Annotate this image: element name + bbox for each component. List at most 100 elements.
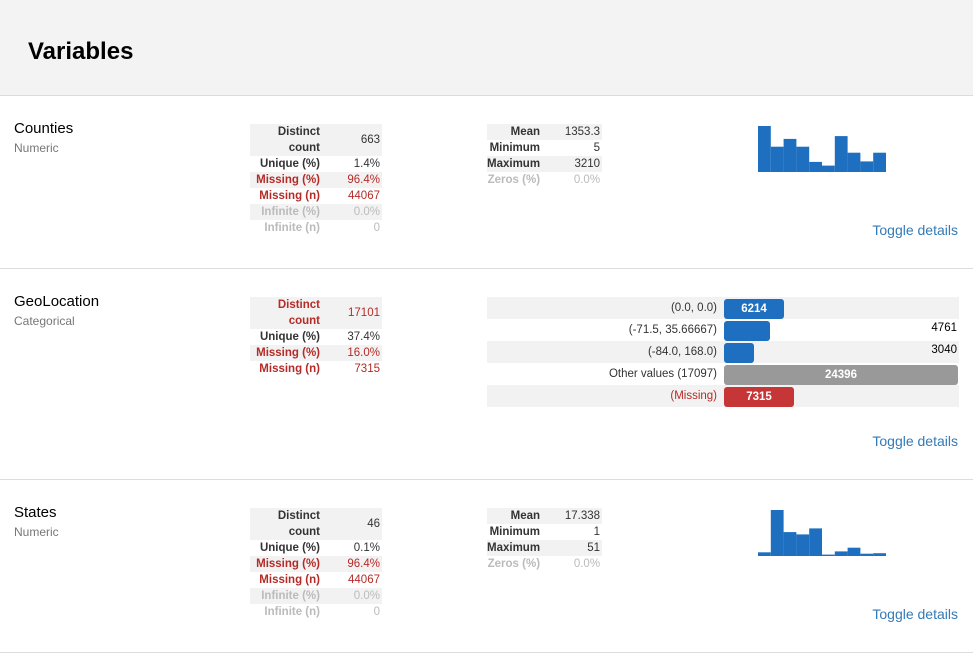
stat-value: 663 bbox=[330, 124, 382, 156]
stat-label: Missing (%) bbox=[250, 556, 330, 572]
stat-label: Maximum bbox=[487, 540, 551, 556]
stats-table: Distinct count 46 Unique (%) 0.1% Missing … bbox=[250, 508, 382, 620]
variable-row-counties: Counties Numeric Distinct count 663 Uniqu… bbox=[0, 96, 973, 269]
stat-label: Mean bbox=[487, 508, 551, 524]
variables-header: Variables bbox=[0, 0, 973, 96]
histogram-bar bbox=[809, 528, 822, 556]
stat-row: Infinite (%) 0.0% bbox=[250, 204, 382, 220]
stat-value: 17.338 bbox=[550, 508, 603, 524]
variable-type: Numeric bbox=[14, 141, 59, 155]
stat-label: Infinite (%) bbox=[250, 204, 330, 220]
stat-label: Missing (%) bbox=[250, 345, 330, 361]
stat-label: Unique (%) bbox=[259, 158, 320, 170]
histogram-bar bbox=[770, 510, 784, 556]
histogram-bar bbox=[873, 553, 886, 556]
stat-row: Maximum 51 bbox=[487, 540, 603, 556]
stat-label: Missing (n) bbox=[259, 363, 320, 375]
variable-name: States bbox=[14, 504, 57, 521]
stat-value: 44067 bbox=[348, 190, 380, 202]
summary-table: Mean 17.338 Minimum 1 Maximum 51 Zeros (%) 0… bbox=[487, 508, 603, 572]
histogram-bar bbox=[783, 138, 797, 172]
stat-row: Unique (%) 1.4% bbox=[250, 156, 382, 172]
stat-value: 51 bbox=[550, 540, 603, 556]
stat-label: Infinite (n) bbox=[264, 606, 320, 618]
freq-row: (0.0, 0.0) 6214 bbox=[487, 297, 959, 319]
histogram-bar bbox=[783, 532, 797, 556]
stat-value: 1 bbox=[593, 526, 601, 538]
stat-row: Minimum 5 bbox=[487, 140, 602, 156]
stat-row: Zeros (%) 0.0% bbox=[487, 172, 602, 188]
histogram-bar bbox=[847, 152, 861, 172]
variable-name: GeoLocation bbox=[14, 293, 100, 310]
freq-bar bbox=[724, 321, 770, 341]
stat-label: Missing (n) bbox=[259, 574, 320, 586]
stat-value: 5 bbox=[593, 142, 601, 154]
stat-value: 0 bbox=[373, 606, 380, 618]
stat-label: Infinite (%) bbox=[250, 588, 330, 604]
histogram-bar bbox=[834, 551, 848, 556]
freq-label: (-84.0, 168.0) bbox=[647, 346, 717, 358]
stat-value: 17101 bbox=[330, 297, 382, 329]
freq-row: (-71.5, 35.66667) 4761 bbox=[487, 319, 959, 341]
stat-label: Minimum bbox=[489, 142, 541, 154]
stat-value: 37.4% bbox=[347, 331, 380, 343]
histogram-bar bbox=[873, 152, 886, 172]
stat-value: 0.0% bbox=[573, 174, 601, 186]
stat-row: Mean 17.338 bbox=[487, 508, 603, 524]
stat-row: Unique (%) 37.4% bbox=[250, 329, 382, 345]
stat-row: Missing (n) 44067 bbox=[250, 572, 382, 588]
stat-value: 46 bbox=[330, 508, 382, 540]
stat-row: Missing (%) 96.4% bbox=[250, 556, 382, 572]
stat-row: Missing (n) 7315 bbox=[250, 361, 382, 377]
histogram-bar bbox=[822, 554, 835, 556]
variable-type: Categorical bbox=[14, 314, 75, 328]
toggle-details-button[interactable]: Toggle details bbox=[872, 433, 958, 449]
toggle-details-button[interactable]: Toggle details bbox=[872, 222, 958, 238]
stat-label: Distinct count bbox=[250, 297, 330, 329]
toggle-details-button[interactable]: Toggle details bbox=[872, 606, 958, 622]
stat-value: 1353.3 bbox=[550, 124, 603, 140]
stat-value: 1.4% bbox=[353, 158, 380, 170]
freq-label: Other values (17097) bbox=[608, 368, 717, 380]
stat-row: Distinct count 46 bbox=[250, 508, 382, 540]
stat-label: Minimum bbox=[489, 526, 541, 538]
freq-bar: 24396 bbox=[724, 365, 958, 385]
stat-value: 44067 bbox=[348, 574, 380, 586]
stat-row: Missing (%) 16.0% bbox=[250, 345, 382, 361]
stat-label: Infinite (n) bbox=[264, 222, 320, 234]
stat-row: Distinct count 17101 bbox=[250, 297, 382, 329]
histogram-counties bbox=[758, 126, 886, 172]
stat-row: Zeros (%) 0.0% bbox=[487, 556, 602, 572]
stat-row: Minimum 1 bbox=[487, 524, 602, 540]
histogram-bar bbox=[796, 146, 810, 172]
stat-row: Infinite (n) 0 bbox=[250, 604, 382, 620]
stat-value: 3210 bbox=[550, 156, 603, 172]
histogram-states bbox=[758, 510, 886, 556]
freq-label: (Missing) bbox=[670, 390, 717, 402]
stat-value: 96.4% bbox=[330, 172, 382, 188]
stat-value: 0.0% bbox=[330, 204, 382, 220]
histogram-bar bbox=[758, 126, 771, 172]
variable-name: Counties bbox=[14, 120, 74, 137]
stat-value: 96.4% bbox=[330, 556, 382, 572]
stat-row: Maximum 3210 bbox=[487, 156, 603, 172]
stat-value: 16.0% bbox=[330, 345, 382, 361]
freq-count: 4761 bbox=[931, 322, 957, 334]
variable-type: Numeric bbox=[14, 525, 59, 539]
frequency-table: (0.0, 0.0) 6214 (-71.5, 35.66667) 4761 (… bbox=[487, 297, 959, 407]
variable-row-geolocation: GeoLocation Categorical Distinct count 17… bbox=[0, 269, 973, 480]
stat-value: 0.0% bbox=[573, 558, 601, 570]
freq-bar bbox=[724, 343, 754, 363]
freq-row: (-84.0, 168.0) 3040 bbox=[487, 341, 959, 363]
stat-value: 7315 bbox=[354, 363, 380, 375]
histogram-bar bbox=[834, 136, 848, 172]
summary-table: Mean 1353.3 Minimum 5 Maximum 3210 Zeros (%… bbox=[487, 124, 603, 188]
stat-label: Zeros (%) bbox=[487, 174, 541, 186]
histogram-bar bbox=[860, 161, 874, 172]
freq-label: (0.0, 0.0) bbox=[670, 302, 717, 314]
stat-value: 0.1% bbox=[353, 542, 380, 554]
stat-value: 0.0% bbox=[330, 588, 382, 604]
stat-label: Mean bbox=[487, 124, 551, 140]
stat-label: Maximum bbox=[487, 156, 551, 172]
freq-row: Other values (17097) 24396 bbox=[487, 363, 959, 385]
